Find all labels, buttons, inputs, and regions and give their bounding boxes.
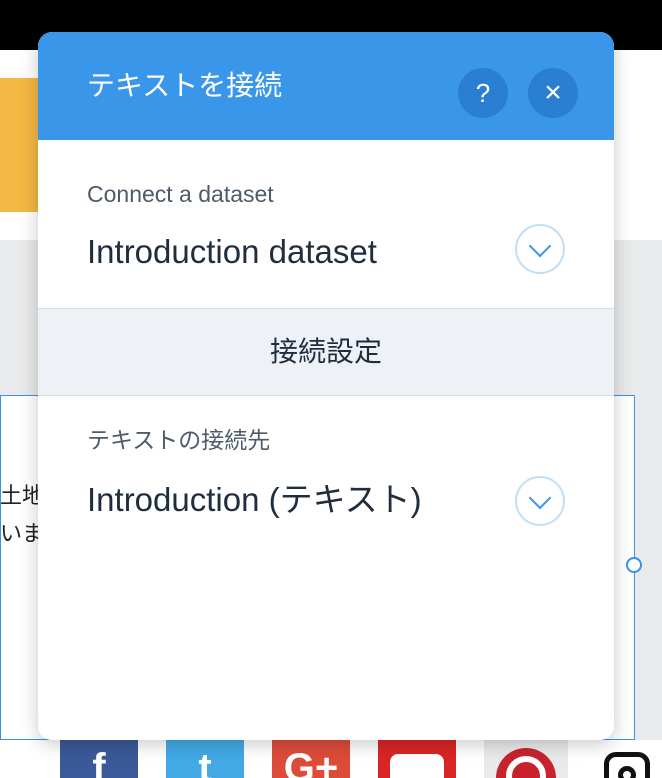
resize-handle[interactable]: [626, 557, 642, 573]
youtube-play-shape: [390, 754, 444, 778]
chevron-down-icon: [528, 234, 552, 258]
youtube-icon[interactable]: [378, 740, 456, 778]
pinterest-icon[interactable]: [484, 740, 568, 778]
pinterest-mark: [506, 756, 546, 778]
panel-title: テキストを接続: [87, 70, 283, 101]
facebook-glyph: f: [92, 746, 106, 778]
close-button[interactable]: ×: [528, 68, 578, 118]
facebook-icon[interactable]: f: [60, 740, 138, 778]
dataset-label: Connect a dataset: [87, 181, 274, 207]
googleplus-icon[interactable]: G+: [272, 740, 350, 778]
text-connection-section: テキストの接続先 Introduction (テキスト): [38, 396, 614, 740]
text-connect-label: テキストの接続先: [87, 427, 271, 453]
connection-settings-header: 接続設定: [38, 309, 614, 395]
connect-text-panel: テキストを接続 ? × Connect a dataset Introducti…: [38, 32, 614, 740]
dataset-section: Connect a dataset Introduction dataset: [38, 140, 614, 308]
twitter-glyph: t: [198, 746, 212, 778]
orange-banner: [0, 78, 40, 212]
instagram-icon[interactable]: [590, 740, 662, 778]
text-connect-select[interactable]: Introduction (テキスト): [87, 480, 422, 520]
chevron-down-icon: [528, 486, 552, 510]
instagram-frame: [604, 752, 650, 778]
help-button[interactable]: ?: [458, 68, 508, 118]
dataset-select[interactable]: Introduction dataset: [87, 232, 377, 272]
editor-stage: 土地 いま f t G+ テキストを接続 ? × Connect a datas…: [0, 0, 662, 778]
dataset-dropdown-button[interactable]: [515, 224, 565, 274]
instagram-lens: [618, 766, 636, 778]
text-connect-dropdown-button[interactable]: [515, 476, 565, 526]
googleplus-glyph: G+: [283, 746, 339, 778]
panel-header: テキストを接続 ? ×: [38, 32, 614, 140]
connection-settings-title: 接続設定: [269, 336, 382, 367]
twitter-icon[interactable]: t: [166, 740, 244, 778]
pinterest-circle: [496, 748, 556, 778]
